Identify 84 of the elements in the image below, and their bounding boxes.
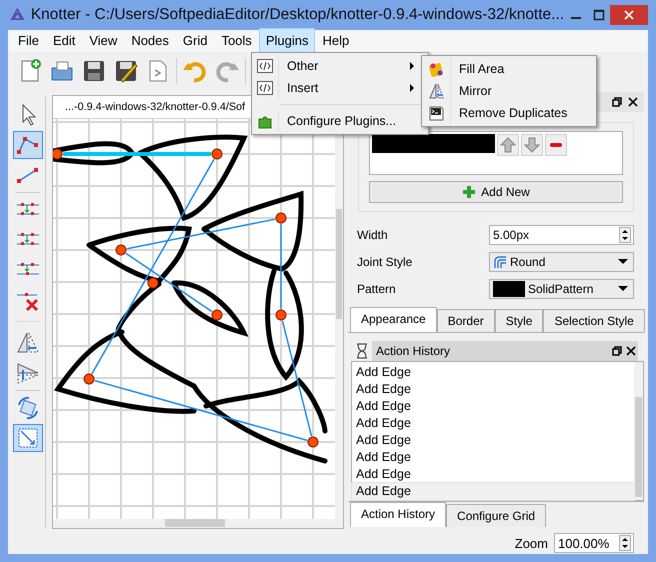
move-up-button[interactable] <box>497 134 519 156</box>
history-item[interactable]: Add Edge <box>352 364 634 381</box>
close-button[interactable] <box>610 5 648 25</box>
close-icon[interactable] <box>626 346 636 356</box>
field-label: Width <box>357 227 389 244</box>
graph-node[interactable] <box>212 309 222 320</box>
history-item[interactable]: Add Edge <box>352 432 634 449</box>
menu-item[interactable]: Edit <box>46 28 82 54</box>
arrow-up-icon <box>500 136 516 153</box>
spin-arrows-icon[interactable] <box>619 535 631 552</box>
float-icon[interactable] <box>612 96 622 107</box>
history-item[interactable]: Add Edge <box>352 380 634 398</box>
graph-node[interactable] <box>308 436 318 448</box>
mirror-icon <box>428 83 444 99</box>
menu-item[interactable]: Help <box>315 28 356 54</box>
float-icon[interactable] <box>612 346 622 356</box>
code-icon <box>257 59 273 73</box>
dropdown-arrow-icon <box>618 259 628 266</box>
style-swatch[interactable] <box>372 134 495 153</box>
graph-node[interactable] <box>276 309 286 320</box>
arrow-down-icon <box>524 136 540 153</box>
history-item[interactable]: Add Edge <box>352 448 634 466</box>
graph-node[interactable] <box>84 373 94 384</box>
menu-item[interactable]: Remove Duplicates <box>422 102 596 124</box>
menu-item[interactable]: Fill Area <box>422 58 596 80</box>
tab[interactable]: Appearance <box>350 306 437 332</box>
menu-item[interactable]: Tools <box>214 28 259 54</box>
terminal-icon <box>428 105 444 121</box>
graph-edge[interactable] <box>126 218 276 250</box>
tab[interactable]: Action History <box>350 502 446 527</box>
tab[interactable]: Border <box>436 308 495 332</box>
save-as-icon[interactable] <box>113 58 139 84</box>
close-icon[interactable] <box>628 96 638 107</box>
window-title: Knotter - C:/Users/SoftpediaEditor/Desktop/knotter-0.9.4-windows-32/knotte... <box>30 5 564 26</box>
menu-item[interactable]: Plugins <box>258 28 316 54</box>
graph-edge[interactable] <box>91 158 215 374</box>
tab[interactable]: Configure Grid <box>446 504 546 527</box>
code-icon <box>257 81 273 95</box>
menu-item[interactable]: Nodes <box>124 28 176 54</box>
fill-area-icon <box>428 61 444 77</box>
move-down-button[interactable] <box>521 134 543 156</box>
close-icon <box>623 9 636 21</box>
zoom-spinbox[interactable]: 100.00% <box>554 533 634 554</box>
plus-icon <box>462 184 476 199</box>
width-spinbox[interactable]: 5.00px <box>489 225 634 246</box>
dock-title: Action History <box>376 342 452 360</box>
zoom-label: Zoom <box>514 534 548 553</box>
tab[interactable]: Selection Style <box>543 308 645 332</box>
submenu-arrow-icon <box>408 84 416 92</box>
pattern-swatch <box>493 281 525 298</box>
save-icon[interactable] <box>81 58 107 84</box>
round-joint-icon <box>493 255 507 270</box>
maximize-icon <box>592 9 605 21</box>
spin-arrows-icon[interactable] <box>619 227 631 244</box>
hourglass-icon <box>356 342 368 359</box>
graph-node[interactable] <box>212 148 222 160</box>
minus-icon <box>550 142 562 147</box>
dropdown-arrow-icon <box>618 286 628 292</box>
graph-edge[interactable] <box>94 380 308 442</box>
menu-item[interactable]: View <box>82 28 124 54</box>
field-label: Pattern <box>357 281 397 298</box>
menu-item[interactable]: File <box>11 28 46 54</box>
graph-edge[interactable] <box>126 252 212 312</box>
style-list[interactable] <box>369 130 623 175</box>
pattern-dropdown[interactable]: SolidPattern <box>489 279 634 300</box>
history-item[interactable]: Add Edge <box>352 482 634 500</box>
vertical-scrollbar[interactable] <box>634 362 643 500</box>
graph-node[interactable] <box>276 212 286 224</box>
graph-edge[interactable] <box>282 320 312 436</box>
submenu-arrow-icon <box>408 62 416 70</box>
graph-node[interactable] <box>116 244 126 256</box>
history-item[interactable]: Add Edge <box>352 466 634 483</box>
field-label: Joint Style <box>357 254 414 272</box>
history-item[interactable]: Add Edge <box>352 398 634 415</box>
scale-tool[interactable] <box>12 424 42 452</box>
tab[interactable]: Style <box>494 308 544 332</box>
joint-style-dropdown[interactable]: Round <box>489 252 634 272</box>
history-item[interactable]: Add Edge <box>352 414 634 432</box>
remove-button[interactable] <box>545 134 567 156</box>
minimize-icon <box>570 17 581 19</box>
add-new-button[interactable]: Add New <box>369 180 623 203</box>
menu-item[interactable]: Grid <box>176 28 214 54</box>
menu-item[interactable]: Mirror <box>422 80 596 102</box>
polyline-tool[interactable] <box>12 131 42 159</box>
